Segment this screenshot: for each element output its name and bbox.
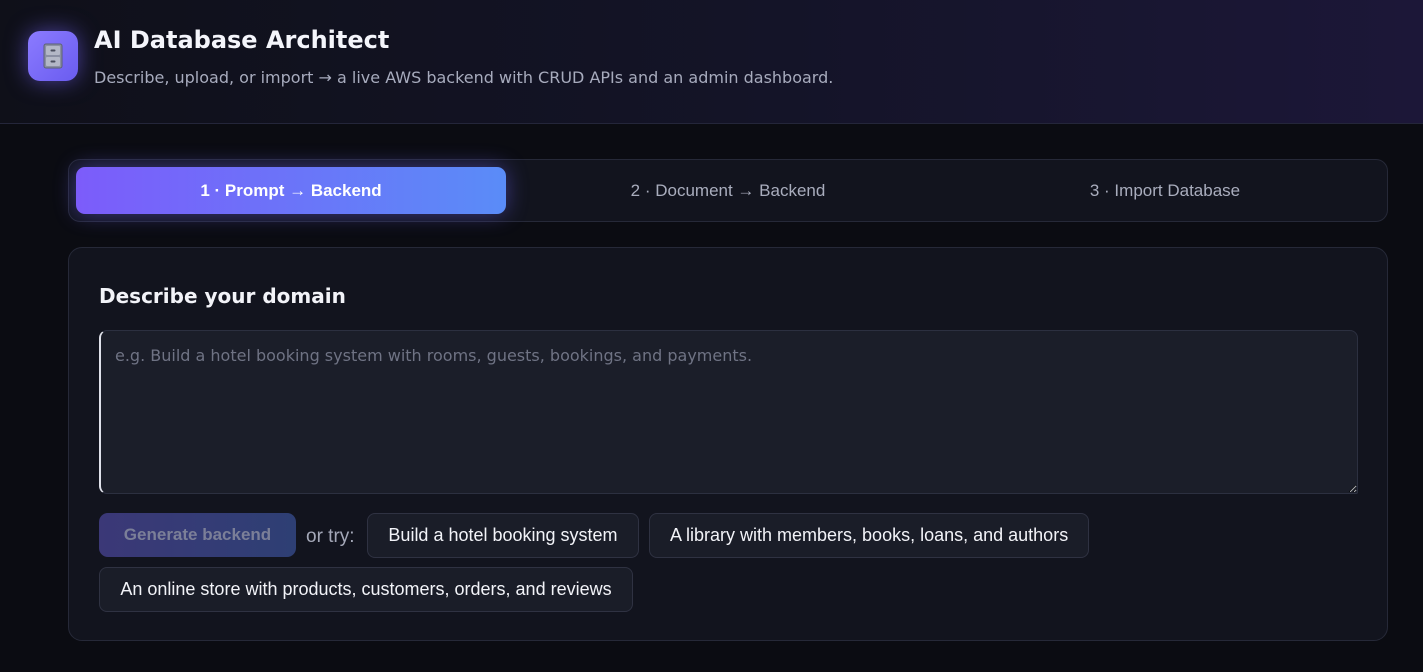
domain-description-input[interactable] <box>99 330 1358 494</box>
tab-import-database[interactable]: 3 · Import Database <box>950 167 1380 214</box>
prompt-card: Describe your domain Generate backend or… <box>68 247 1388 641</box>
example-chip-library[interactable]: A library with members, books, loans, an… <box>649 513 1089 558</box>
tab-document-backend[interactable]: 2 · Document → Backend <box>513 167 943 214</box>
app-title: AI Database Architect <box>94 26 390 54</box>
example-chip-hotel[interactable]: Build a hotel booking system <box>367 513 639 558</box>
or-try-label: or try: <box>306 526 355 547</box>
tab-prompt-backend[interactable]: 1 · Prompt → Backend <box>76 167 506 214</box>
app-header: AI Database Architect Describe, upload, … <box>0 0 1423 124</box>
example-chip-store[interactable]: An online store with products, customers… <box>99 567 633 612</box>
app-logo <box>28 31 78 81</box>
mode-tabs: 1 · Prompt → Backend 2 · Document → Back… <box>68 159 1388 222</box>
app-subtitle: Describe, upload, or import → a live AWS… <box>94 68 834 87</box>
card-title: Describe your domain <box>99 284 346 308</box>
file-cabinet-icon <box>43 43 63 69</box>
generate-backend-button[interactable]: Generate backend <box>99 513 296 557</box>
